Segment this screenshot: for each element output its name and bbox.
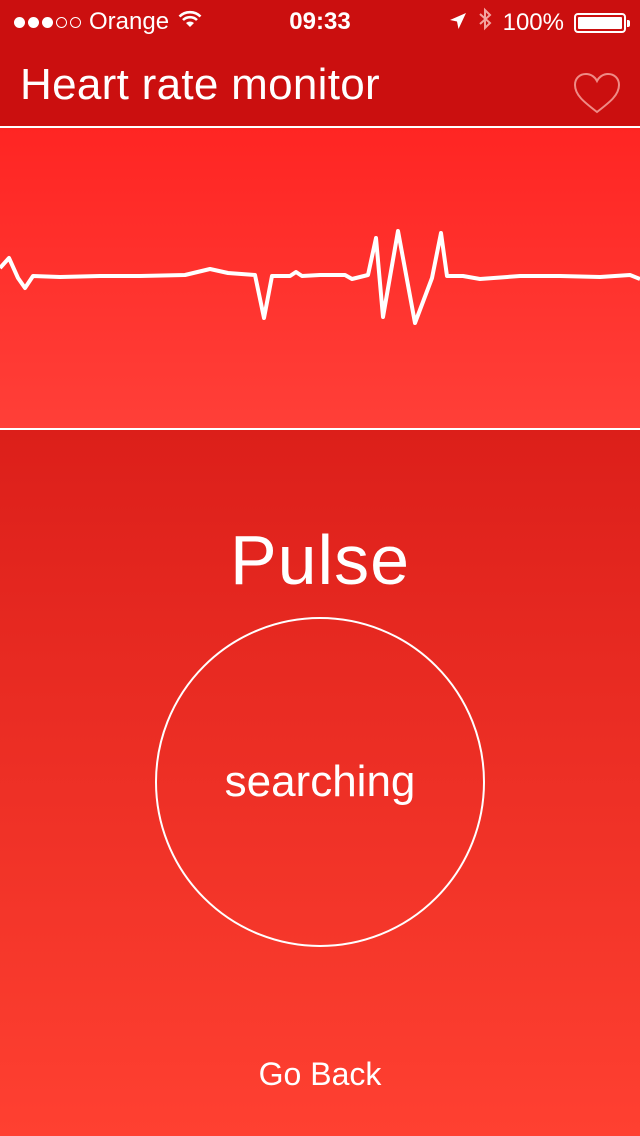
battery-percent: 100% bbox=[502, 8, 564, 36]
waveform-line bbox=[0, 229, 640, 325]
heart-outline-icon[interactable] bbox=[572, 72, 622, 116]
status-right: 100% bbox=[449, 7, 630, 38]
pulse-readout-circle: searching bbox=[155, 617, 485, 947]
battery-cap bbox=[627, 19, 630, 27]
battery-fill bbox=[578, 16, 622, 29]
status-bar: Orange 09:33 100% bbox=[0, 0, 640, 40]
pulse-status: searching bbox=[224, 757, 416, 806]
navigation-bar: Heart rate monitor bbox=[0, 40, 640, 126]
pulse-title: Pulse bbox=[229, 521, 411, 599]
go-back-button[interactable]: Go Back bbox=[0, 1056, 640, 1093]
page-title: Heart rate monitor bbox=[20, 60, 380, 109]
battery-icon bbox=[574, 12, 630, 33]
pulse-panel: Pulse searching Go Back bbox=[0, 430, 640, 1136]
heart-rate-waveform bbox=[0, 128, 640, 428]
location-arrow-icon bbox=[449, 9, 467, 37]
bluetooth-icon bbox=[477, 7, 493, 38]
